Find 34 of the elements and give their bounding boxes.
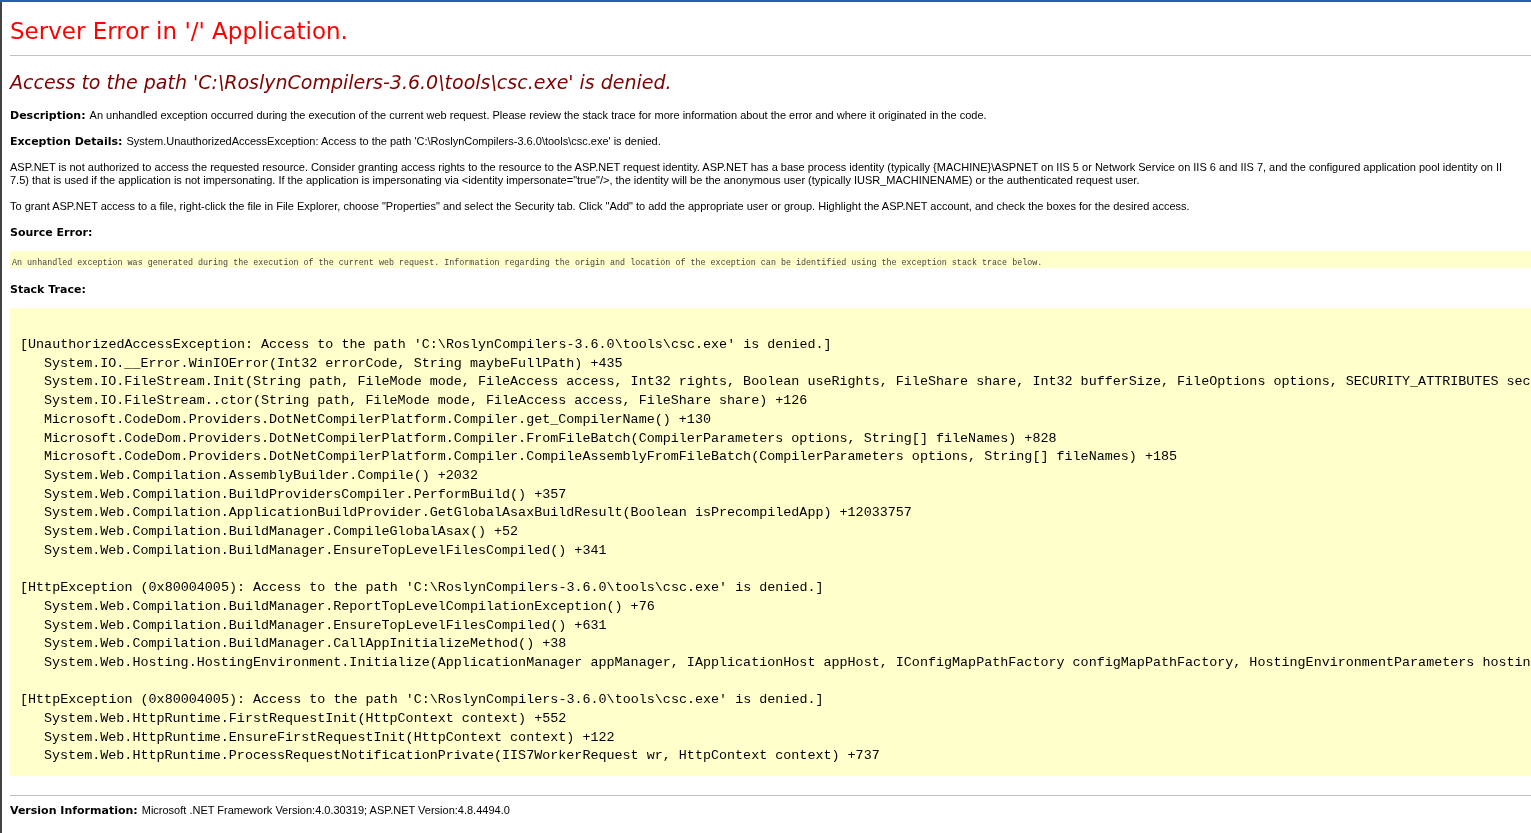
label-text: Description: <box>10 109 86 122</box>
section-heading: Source Error: <box>10 226 94 239</box>
exception-details-text: System.UnauthorizedAccessException: Access to the path 'C:\RoslynCompilers-3.6.0\tools\csc.exe' is denied. <box>126 135 661 148</box>
stack-frame: System.Web.Compilation.BuildManager.CallAppInitializeMethod() +38 <box>20 635 1531 654</box>
exception-header: [HttpException (0x80004005): Access to the path 'C:\RoslynCompilers-3.6.0\tools\csc.exe' is denied.] <box>20 691 825 710</box>
section-heading: Stack Trace: <box>10 283 87 296</box>
stack-frame: System.Web.Compilation.AssemblyBuilder.Compile() +2032 <box>20 466 1531 486</box>
stack-frame: System.IO.FileStream..ctor(String path, FileMode mode, FileAccess access, FileShare share) +126 <box>20 392 1531 411</box>
label-text: Version Information: <box>10 803 138 820</box>
stack-frame: System.Web.Compilation.ApplicationBuildProvider.GetGlobalAsaxBuildResult(Boolean isPrecompiledApp) +12033757 <box>20 504 1531 524</box>
explanation-paragraph: ASP.NET is not authorized to access the requested resource. Consider granting access rights to the resource to the ASP.NET request identity. ASP.NET has a base process identity (typically {MACHINE}\ASPNET on IIS 5 or Network Service on IIS 6 and IIS 7, and the configured application pool identity on II 7.5) that is used if the application is not impersonating. If the application is impersonating via <identity impersonate="true"/>, the identity will be the anonymous user (typically IUSR_MACHINENAME) or the authenticated request user. <box>10 161 1504 187</box>
stack-frame: Microsoft.CodeDom.Providers.DotNetCompilerPlatform.Compiler.CompileAssemblyFromFileBatch(CompilerParameters options, String[] fileNames) +185 <box>20 448 1531 467</box>
version-text: Microsoft .NET Framework Version:4.0.30319; ASP.NET Version:4.8.4494.0 <box>141 803 510 819</box>
stack-frame: System.IO.FileStream.Init(String path, FileMode mode, FileAccess access, Int32 rights, Boolean useRights, FileShare share, Int32 bufferSize, FileOptions options, SECURITY_ATTRIBUTES sec <box>20 373 1531 393</box>
stack-frame: System.Web.Compilation.BuildManager.ReportTopLevelCompilationException() +76 <box>20 597 1531 617</box>
error-message: Access to the path 'C:\RoslynCompilers-3.6.0\tools\csc.exe' is denied. <box>10 70 673 95</box>
description-text: An unhandled exception occurred during the execution of the current web request. Please review the stack trace for more information about the error and where it originated in the code. <box>89 109 987 122</box>
stack-frame: System.Web.HttpRuntime.FirstRequestInit(HttpContext context) +552 <box>20 710 1531 729</box>
label-text: Exception Details: <box>10 135 123 148</box>
stack-frame: Microsoft.CodeDom.Providers.DotNetCompilerPlatform.Compiler.get_CompilerName() +130 <box>20 410 1531 430</box>
exception-header: [HttpException (0x80004005): Access to the path 'C:\RoslynCompilers-3.6.0\tools\csc.exe' is denied.] <box>20 579 825 598</box>
explanation-paragraph: To grant ASP.NET access to a file, right-click the file in File Explorer, choose "Properties" and select the Security tab. Click "Add" to add the appropriate user or group. Highlight the ASP.NET account, and check the boxes for the desired access. <box>10 200 1191 213</box>
stack-frame: System.Web.Compilation.BuildManager.EnsureTopLevelFilesCompiled() +341 <box>20 541 1531 561</box>
stack-frame: System.IO.__Error.WinIOError(Int32 errorCode, String maybeFullPath) +435 <box>20 354 1531 374</box>
stack-frame: System.Web.HttpRuntime.EnsureFirstRequestInit(HttpContext context) +122 <box>20 728 1531 748</box>
stack-frame: System.Web.Compilation.BuildManager.CompileGlobalAsax() +52 <box>20 523 1531 542</box>
stack-frame: System.Web.Hosting.HostingEnvironment.Initialize(ApplicationManager appManager, IApplicationHost appHost, IConfigMapPathFactory configMapPathFactory, HostingEnvironmentParameters hostin <box>20 653 1531 673</box>
source-error-text: An unhandled exception was generated during the execution of the current web request. Information regarding the origin and location of the exception can be identified using the exception stack trace below. <box>12 258 1043 268</box>
page-title: Server Error in '/' Application. <box>10 17 349 46</box>
stack-frame: System.Web.Compilation.BuildProvidersCompiler.PerformBuild() +357 <box>20 485 1531 505</box>
exception-header: [UnauthorizedAccessException: Access to the path 'C:\RoslynCompilers-3.6.0\tools\csc.exe' is denied.] <box>20 336 833 354</box>
stack-frame: System.Web.HttpRuntime.ProcessRequestNotificationPrivate(IIS7WorkerRequest wr, HttpContext context) +737 <box>20 747 1531 767</box>
stack-frame: Microsoft.CodeDom.Providers.DotNetCompilerPlatform.Compiler.FromFileBatch(CompilerParameters options, String[] fileNames) +828 <box>20 429 1531 449</box>
stack-frame: System.Web.Compilation.BuildManager.EnsureTopLevelFilesCompiled() +631 <box>20 616 1531 636</box>
